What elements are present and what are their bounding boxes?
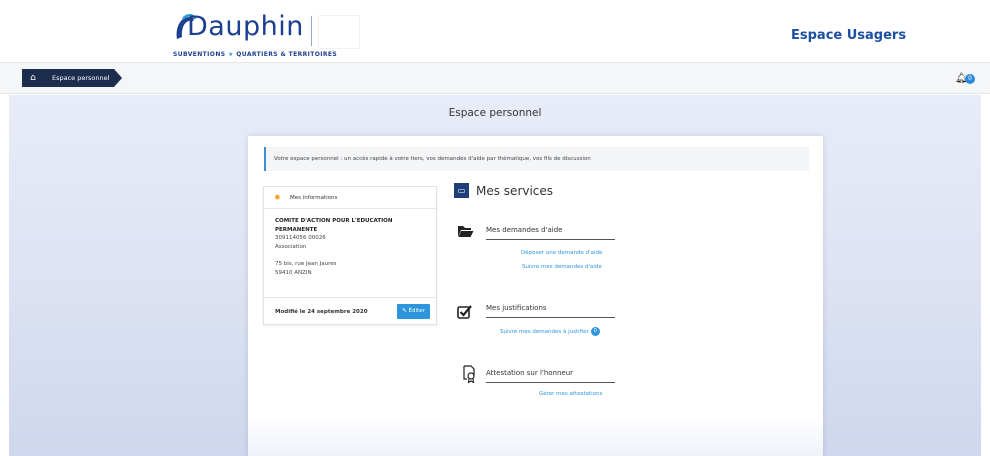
logo-wordmark: Dauphin [187,11,304,42]
suivre-demandes-link[interactable]: Suivre mes demandes d'aide [522,264,602,270]
info-panel-title: Mes informations [290,195,338,201]
logo-tagline: SUBVENTIONS ★ QUARTIERS & TERRITOIRES [173,51,337,58]
justifier-count-badge: 0 [590,327,600,336]
tagline-star: ★ [227,51,234,58]
certificate-icon [463,365,475,383]
folder-open-icon [458,226,474,237]
attestation-title: Attestation sur l'honneur [486,369,615,383]
tagline-left: SUBVENTIONS [173,51,226,58]
suivre-justifier-label[interactable]: Suivre mes demandes à justifier [500,329,589,335]
deposer-demande-link[interactable]: Déposer une demande d'aide [521,250,602,256]
modified-date: Modifié le 24 septembre 2020 [275,309,368,315]
org-type: Association [275,243,307,250]
edit-button[interactable]: ✎ Éditer [397,304,430,319]
address-line-1: 75 bis, rue Jean Jaures [275,261,337,267]
checkbox-check-icon [457,305,472,319]
notification-count-badge[interactable]: 0 [965,74,975,84]
address-line-2: 59410 ANZIN [275,269,312,276]
logo-divider [311,16,312,46]
breadcrumb-current[interactable]: Espace personnel [44,69,114,87]
breadcrumb-arrow [114,69,122,87]
info-panel-header: ✹ Mes informations [264,187,436,209]
app-header: Dauphin SUBVENTIONS ★ QUARTIERS & TERRIT… [0,0,990,62]
users-icon: ✹ [274,193,281,202]
intro-banner: Votre espace personnel : un accès rapide… [264,147,809,171]
dauphin-logo[interactable]: Dauphin SUBVENTIONS ★ QUARTIERS & TERRIT… [173,7,363,62]
demandes-title: Mes demandes d'aide [486,226,615,240]
siret: 309114056 00026 [275,235,326,241]
suivre-justifier-link[interactable]: Suivre mes demandes à justifier 0 [500,327,600,336]
partner-logo-placeholder [318,15,360,49]
info-panel-footer: Modifié le 24 septembre 2020 ✎ Éditer [264,297,436,325]
breadcrumb-bar: ⌂ Espace personnel 🔔︎ 0 [0,62,990,94]
justifications-title: Mes justifications [486,304,615,318]
portal-title[interactable]: Espace Usagers [791,28,906,43]
gerer-attestations-link[interactable]: Gérer mes attestations [539,391,602,397]
info-panel: ✹ Mes informations COMITE D'ACTION POUR … [263,186,437,325]
page-title: Espace personnel [448,107,542,119]
org-name: COMITE D'ACTION POUR L'EDUCATION PERMANE… [275,218,393,233]
laptop-icon: ▭ [454,183,469,198]
breadcrumb-home-icon[interactable]: ⌂ [22,69,44,87]
services-title: Mes services [476,184,554,198]
tagline-right: QUARTIERS & TERRITOIRES [236,51,338,58]
info-panel-body: COMITE D'ACTION POUR L'EDUCATION PERMANE… [275,217,430,277]
